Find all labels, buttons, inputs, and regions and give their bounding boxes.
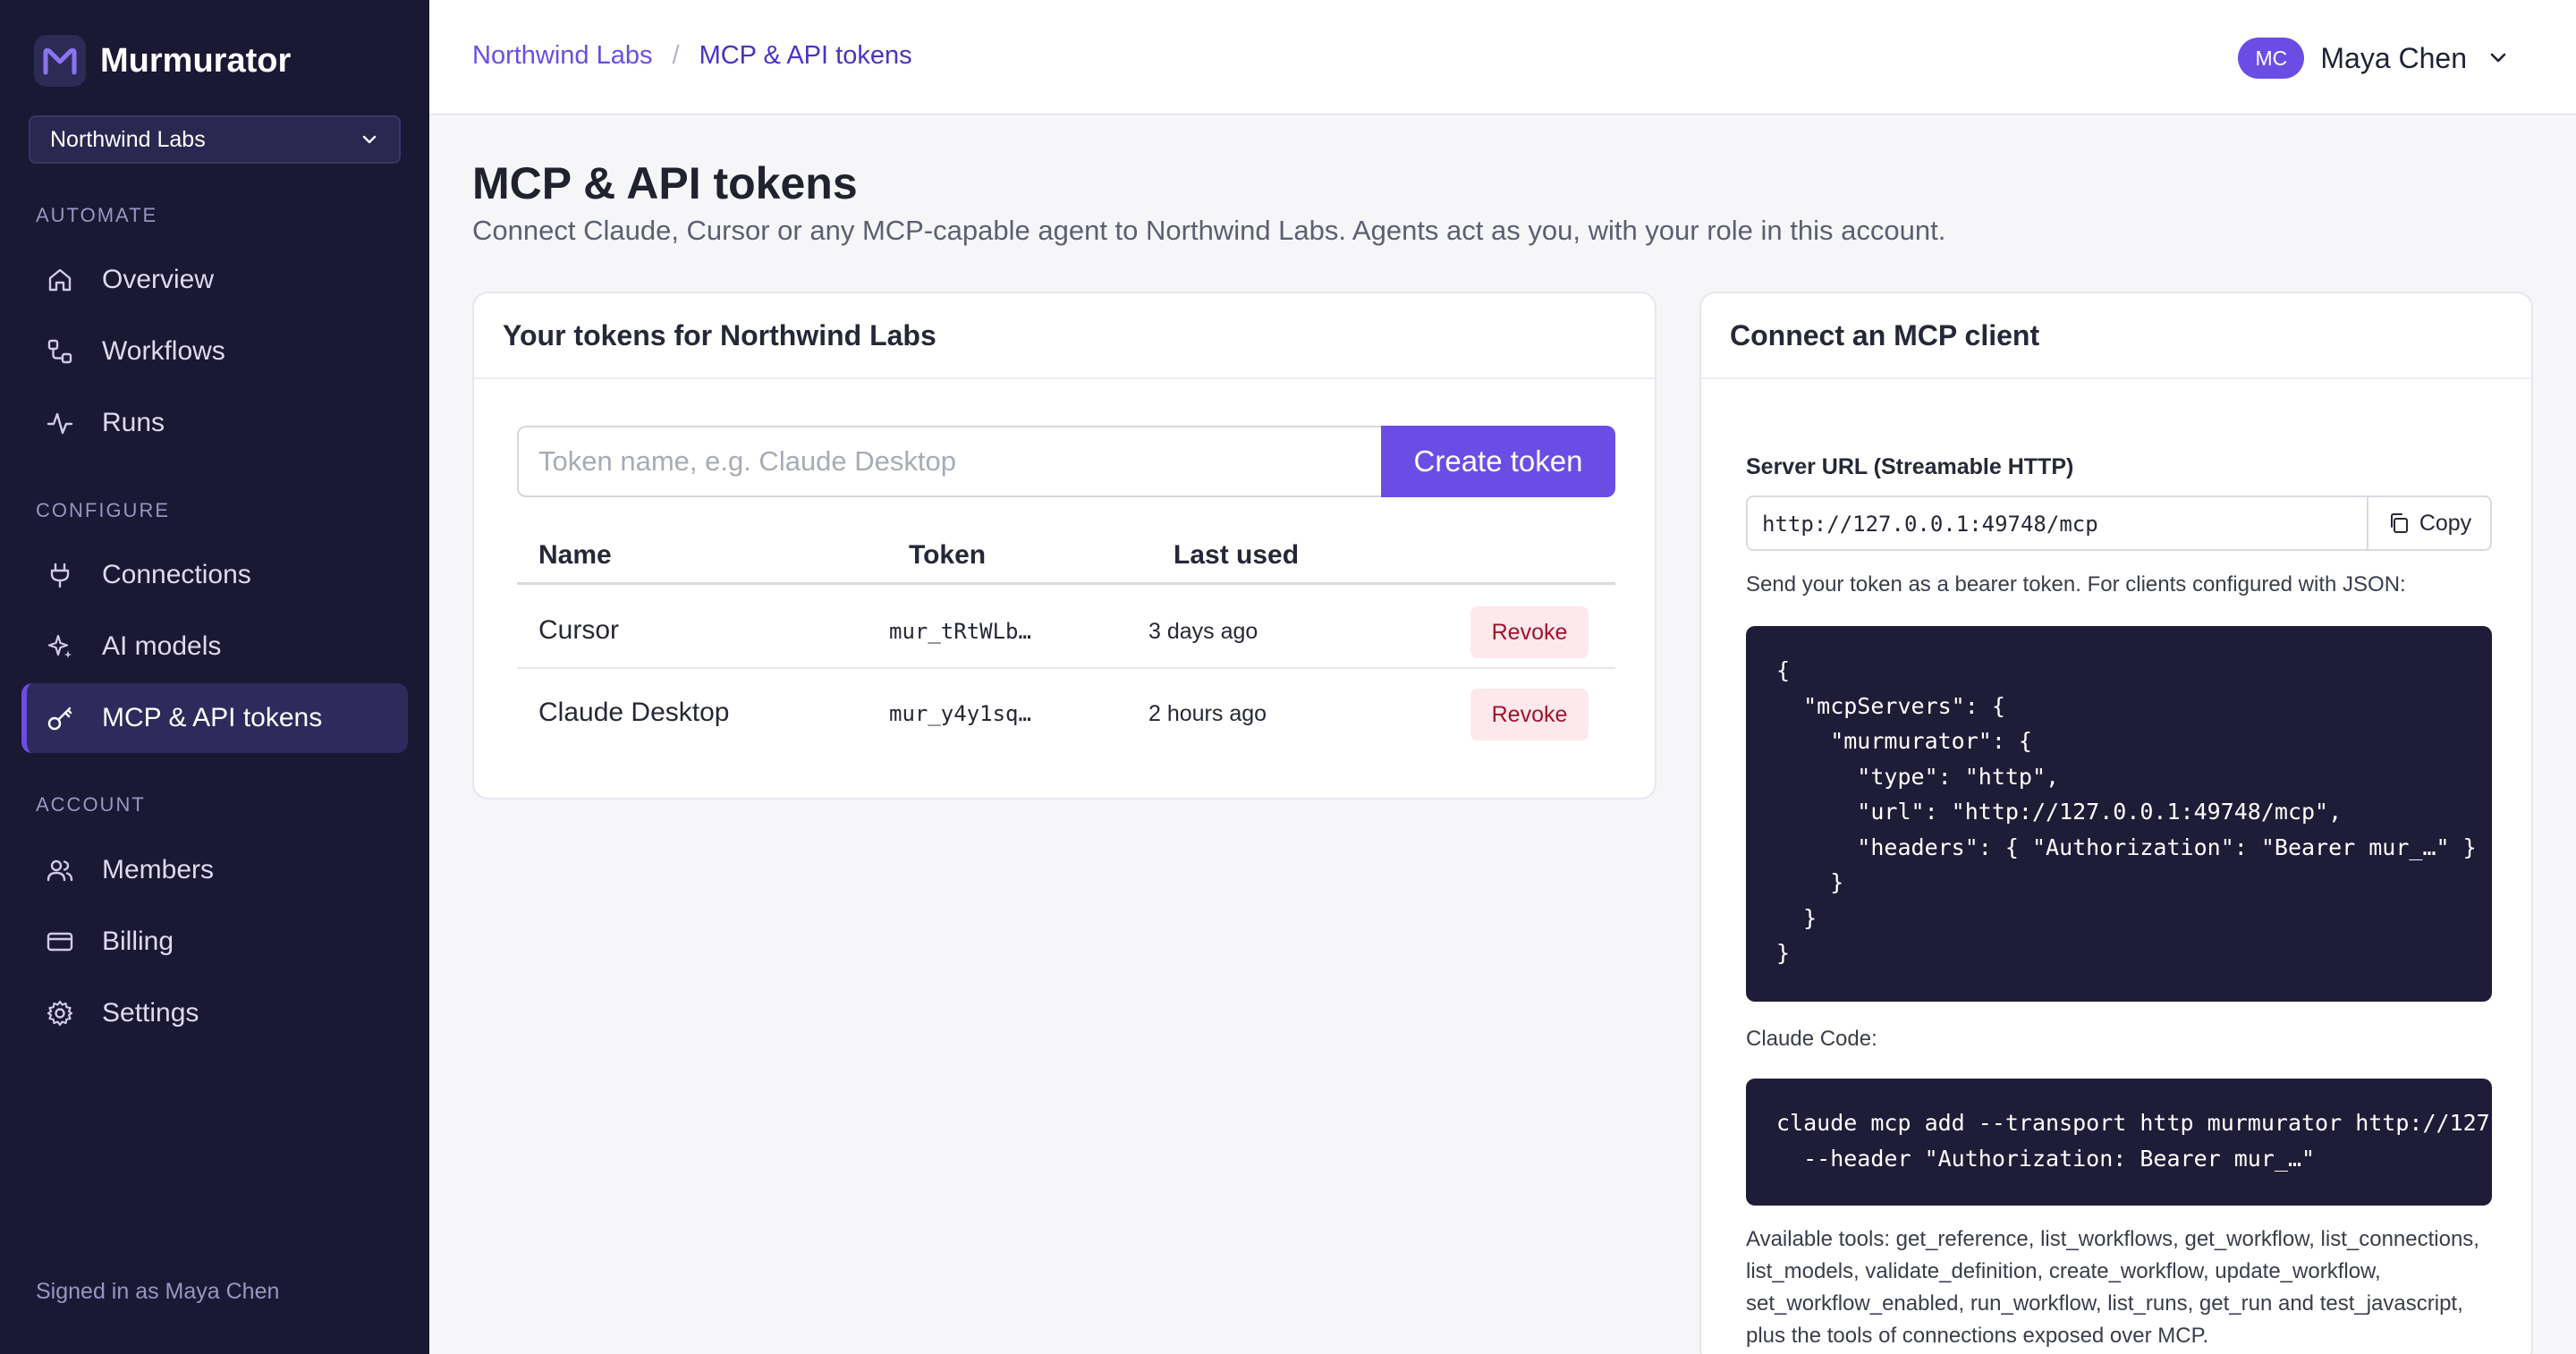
sidebar-item-members[interactable]: Members — [21, 835, 408, 905]
sidebar-item-settings[interactable]: Settings — [21, 978, 408, 1048]
avatar: MC — [2238, 38, 2305, 79]
page-subtitle: Connect Claude, Cursor or any MCP-capabl… — [472, 215, 1946, 246]
sidebar-item-label: Workflows — [102, 336, 225, 366]
sidebar-item-workflows[interactable]: Workflows — [21, 317, 408, 386]
sidebar-item-label: Billing — [102, 927, 174, 956]
sidebar-item-ai-models[interactable]: AI models — [21, 612, 408, 681]
workflow-icon — [45, 336, 75, 367]
json-config-code[interactable]: { "mcpServers": { "murmurator": { "type"… — [1746, 626, 2492, 1002]
sidebar-item-label: Overview — [102, 265, 215, 294]
create-token-button[interactable]: Create token — [1381, 426, 1615, 497]
table-row: Claude Desktop mur_y4y1sq… 2 hours ago R… — [517, 671, 1615, 751]
token-value: mur_tRtWLb… — [889, 619, 1031, 644]
sidebar-item-overview[interactable]: Overview — [21, 245, 408, 315]
sidebar-item-mcp-api-tokens[interactable]: MCP & API tokens — [21, 683, 408, 753]
mcp-client-card: Connect an MCP client Server URL (Stream… — [1699, 292, 2533, 1354]
murmurator-logo-icon — [34, 35, 86, 87]
mcp-card-title: Connect an MCP client — [1730, 318, 2040, 351]
breadcrumb-current[interactable]: MCP & API tokens — [699, 41, 912, 71]
tokens-card-header: Your tokens for Northwind Labs — [474, 293, 1655, 379]
sidebar: Murmurator Northwind Labs AUTOMATE Overv… — [0, 0, 429, 1354]
token-name-input[interactable] — [517, 426, 1381, 497]
column-header-token: Token — [909, 540, 987, 570]
server-url-label: Server URL (Streamable HTTP) — [1746, 454, 2074, 479]
copy-icon — [2387, 512, 2411, 535]
sidebar-item-connections[interactable]: Connections — [21, 540, 408, 610]
tokens-card: Your tokens for Northwind Labs Create to… — [472, 292, 1657, 800]
section-label-account: ACCOUNT — [36, 793, 146, 816]
credit-card-icon — [45, 927, 75, 957]
table-row: Cursor mur_tRtWLb… 3 days ago Revoke — [517, 588, 1615, 669]
tokens-table-header: Name Token Last used — [517, 533, 1615, 585]
copy-url-button[interactable]: Copy — [2367, 497, 2490, 549]
bearer-help-text: Send your token as a bearer token. For c… — [1746, 572, 2406, 597]
column-header-last-used: Last used — [1174, 540, 1300, 570]
available-tools-text: Available tools: get_reference, list_wor… — [1746, 1227, 2479, 1348]
chevron-down-icon — [2487, 46, 2512, 71]
breadcrumb: Northwind Labs / MCP & API tokens — [472, 41, 912, 71]
claude-code-text: claude mcp add --transport http murmurat… — [1776, 1110, 2492, 1172]
users-icon — [45, 855, 75, 885]
top-bar: Northwind Labs / MCP & API tokens MC May… — [429, 0, 2576, 115]
server-url-value: http://127.0.0.1:49748/mcp — [1762, 512, 2098, 537]
token-name: Claude Desktop — [538, 698, 730, 727]
revoke-button[interactable]: Revoke — [1470, 689, 1589, 740]
column-header-name: Name — [538, 540, 612, 570]
sparkle-icon — [45, 631, 75, 662]
claude-code-command[interactable]: claude mcp add --transport http murmurat… — [1746, 1079, 2492, 1206]
key-icon — [45, 703, 75, 733]
signed-in-status: Signed in as Maya Chen — [36, 1279, 280, 1304]
brand-name: Murmurator — [100, 41, 292, 80]
server-url-field[interactable]: http://127.0.0.1:49748/mcp Copy — [1746, 495, 2492, 551]
token-name: Cursor — [538, 615, 620, 645]
sidebar-item-billing[interactable]: Billing — [21, 907, 408, 977]
mcp-card-header: Connect an MCP client — [1701, 293, 2531, 379]
breadcrumb-separator: / — [672, 41, 680, 70]
org-select[interactable]: Northwind Labs — [29, 115, 401, 164]
sidebar-item-label: AI models — [102, 631, 222, 661]
breadcrumb-org-link[interactable]: Northwind Labs — [472, 41, 653, 71]
section-label-configure: CONFIGURE — [36, 499, 170, 521]
revoke-button[interactable]: Revoke — [1470, 606, 1589, 658]
gear-icon — [45, 998, 75, 1028]
copy-label: Copy — [2419, 510, 2472, 536]
tokens-card-title: Your tokens for Northwind Labs — [503, 318, 936, 351]
user-menu[interactable]: MC Maya Chen — [2238, 36, 2512, 80]
org-select-value: Northwind Labs — [50, 126, 206, 152]
sidebar-item-label: MCP & API tokens — [102, 703, 323, 732]
sidebar-item-label: Settings — [102, 998, 199, 1028]
token-value: mur_y4y1sq… — [889, 701, 1031, 726]
brand[interactable]: Murmurator — [34, 34, 291, 88]
sidebar-item-runs[interactable]: Runs — [21, 388, 408, 458]
plug-icon — [45, 560, 75, 590]
page-title: MCP & API tokens — [472, 158, 858, 208]
sidebar-item-label: Members — [102, 855, 215, 884]
activity-icon — [45, 408, 75, 438]
sidebar-item-label: Connections — [102, 560, 251, 589]
section-label-automate: AUTOMATE — [36, 204, 158, 226]
sidebar-item-label: Runs — [102, 408, 165, 437]
token-last-used: 2 hours ago — [1148, 701, 1267, 726]
json-config-text: { "mcpServers": { "murmurator": { "type"… — [1776, 657, 2477, 966]
chevron-down-icon — [362, 135, 377, 144]
token-last-used: 3 days ago — [1148, 619, 1258, 644]
claude-code-label: Claude Code: — [1746, 1027, 1877, 1051]
user-name: Maya Chen — [2320, 41, 2467, 74]
home-icon — [45, 265, 75, 295]
